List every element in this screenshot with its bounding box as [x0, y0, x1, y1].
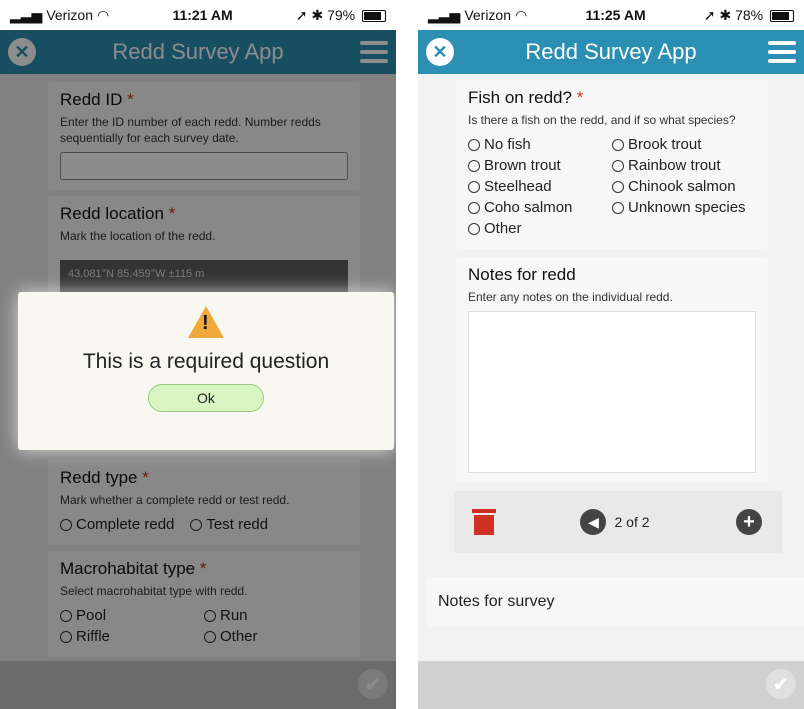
warning-icon: !: [188, 306, 224, 338]
bottom-bar: ✔: [418, 661, 804, 709]
required-question-dialog: ! This is a required question Ok: [18, 292, 394, 450]
question-title: Notes for survey: [438, 593, 555, 610]
question-hint: Enter any notes on the individual redd.: [468, 290, 673, 304]
battery-percent: 78%: [735, 6, 764, 23]
radio-icon: [612, 159, 624, 172]
radio-icon: [612, 138, 624, 151]
location-icon: ➚: [295, 6, 308, 23]
app-header: ✕ Redd Survey App: [418, 30, 804, 74]
carrier-label: Verizon: [46, 7, 94, 23]
radio-icon: [468, 159, 480, 172]
fish-options: No fish Brook trout Brown trout Rainbow …: [468, 134, 756, 239]
location-icon: ➚: [703, 6, 716, 23]
bluetooth-icon: ✱: [719, 6, 732, 23]
radio-option[interactable]: No fish: [468, 136, 612, 153]
battery-icon: [362, 9, 386, 22]
radio-icon: [468, 138, 480, 151]
trash-icon[interactable]: [472, 509, 496, 535]
wifi-icon: ◠: [515, 6, 528, 23]
record-pager: ◀ 2 of 2 +: [454, 491, 782, 553]
carrier-signal: ▂▃▅ Verizon ◠: [428, 7, 527, 24]
fish-on-redd-question: Fish on redd? * Is there a fish on the r…: [456, 80, 768, 249]
battery-icon: [770, 9, 794, 22]
bluetooth-icon: ✱: [311, 6, 324, 23]
clock: 11:21 AM: [172, 7, 233, 23]
radio-option[interactable]: Unknown species: [612, 199, 756, 216]
add-icon[interactable]: +: [736, 509, 762, 535]
battery-status: ➚ ✱ 78%: [704, 7, 794, 24]
clock: 11:25 AM: [585, 7, 646, 23]
radio-option[interactable]: Other: [468, 220, 612, 237]
signal-icon: ▂▃▅: [428, 6, 461, 23]
right-phone-screen: ▂▃▅ Verizon ◠ 11:25 AM ➚ ✱ 78% ✕ Redd Su…: [418, 0, 804, 709]
submit-check-icon[interactable]: ✔: [766, 669, 796, 699]
close-icon[interactable]: ✕: [426, 38, 454, 66]
redd-notes-textarea[interactable]: [468, 311, 756, 473]
question-hint: Is there a fish on the redd, and if so w…: [468, 113, 736, 127]
survey-notes-question: Notes for survey: [426, 577, 804, 627]
battery-status: ➚ ✱ 79%: [296, 7, 386, 24]
previous-icon[interactable]: ◀: [580, 509, 607, 535]
dialog-message: This is a required question: [82, 350, 330, 373]
question-title: Fish on redd? *: [468, 88, 584, 107]
ok-button[interactable]: Ok: [148, 384, 264, 412]
pager-controls: ◀ 2 of 2: [580, 509, 650, 535]
radio-option[interactable]: Chinook salmon: [612, 178, 756, 195]
status-bar: ▂▃▅ Verizon ◠ 11:25 AM ➚ ✱ 78%: [418, 0, 804, 30]
radio-icon: [612, 201, 624, 214]
notes-for-redd-question: Notes for redd Enter any notes on the in…: [456, 257, 768, 483]
carrier-signal: ▂▃▅ Verizon ◠: [10, 7, 109, 24]
menu-icon[interactable]: [768, 41, 796, 63]
radio-icon: [468, 180, 480, 193]
app-title: Redd Survey App: [525, 39, 697, 64]
question-title: Notes for redd: [468, 265, 576, 284]
page-indicator: 2 of 2: [614, 514, 650, 530]
radio-option[interactable]: Brook trout: [612, 136, 756, 153]
status-bar: ▂▃▅ Verizon ◠ 11:21 AM ➚ ✱ 79%: [0, 0, 396, 30]
signal-icon: ▂▃▅: [10, 6, 43, 23]
radio-option[interactable]: Brown trout: [468, 157, 612, 174]
wifi-icon: ◠: [97, 6, 110, 23]
battery-percent: 79%: [327, 6, 356, 23]
radio-icon: [612, 180, 624, 193]
radio-option[interactable]: Rainbow trout: [612, 157, 756, 174]
radio-option[interactable]: Coho salmon: [468, 199, 612, 216]
left-phone-screen: ▂▃▅ Verizon ◠ 11:21 AM ➚ ✱ 79% ✕ Redd Su…: [0, 0, 396, 709]
radio-option[interactable]: Steelhead: [468, 178, 612, 195]
radio-icon: [468, 222, 480, 235]
radio-icon: [468, 201, 480, 214]
carrier-label: Verizon: [464, 7, 512, 23]
